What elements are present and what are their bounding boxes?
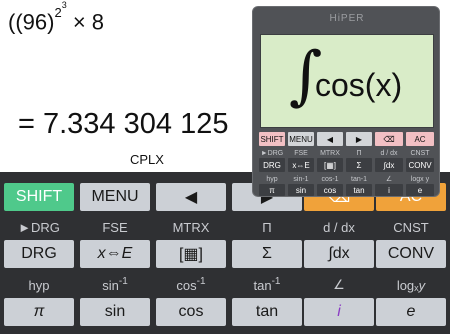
- mini-label-angle: ∠: [385, 176, 393, 183]
- mini-integral-button: ∫dx: [375, 158, 403, 172]
- mini-sin-button: sin: [288, 184, 314, 196]
- cursor-left-button[interactable]: ◀: [156, 183, 226, 211]
- expression-display: ((96)23 × 8: [8, 0, 105, 35]
- mini-label-cnst: CNST: [410, 149, 430, 157]
- result-display: = 7.334 304 125: [18, 108, 229, 140]
- matrix-button[interactable]: [▦]: [156, 240, 226, 268]
- shift-label-mtrx: MTRX: [172, 219, 210, 235]
- shift-label-angle: ∠: [333, 277, 345, 292]
- mini-right-button: ▶: [346, 132, 372, 146]
- imaginary-i-button[interactable]: i: [304, 298, 374, 326]
- shift-label-derivative: d / dx: [323, 219, 355, 235]
- e-button[interactable]: e: [376, 298, 446, 326]
- mini-label-product: Π: [356, 149, 362, 157]
- calculator-app: ((96)23 × 8 = 7.334 304 125 CPLX SHIFT M…: [0, 0, 450, 334]
- mini-label-acos: cos-1: [321, 175, 339, 183]
- mode-indicator: CPLX: [130, 152, 164, 167]
- shift-label-atan: tan -1: [253, 275, 281, 293]
- cos-button[interactable]: cos: [156, 298, 226, 326]
- mini-ac-button: AC: [406, 132, 434, 146]
- mini-shift-button: SHIFT: [259, 132, 285, 146]
- shift-label-drg: ►DRG: [18, 219, 60, 235]
- tan-button[interactable]: tan: [232, 298, 302, 326]
- mini-label-log: logx y: [410, 175, 430, 183]
- mini-label-derivative: d / dx: [380, 149, 398, 157]
- shift-label-hyp: hyp: [28, 277, 50, 293]
- shift-label-cnst: CNST: [393, 219, 429, 235]
- x-exchange-e-button[interactable]: x⇔E: [80, 240, 150, 268]
- mini-conv-button: CONV: [406, 158, 434, 172]
- sum-button[interactable]: Σ: [232, 240, 302, 268]
- shift-label-fse: FSE: [102, 219, 128, 235]
- shift-label-product: Π: [262, 219, 272, 235]
- mini-label-drg: ►DRG: [260, 149, 284, 157]
- shift-label-log-base: log x y: [396, 277, 426, 294]
- mini-tan-button: tan: [346, 184, 372, 196]
- mini-cos-button: cos: [317, 184, 343, 196]
- mini-label-fse: FSE: [294, 149, 308, 157]
- app-title: HiPER: [329, 13, 365, 24]
- mini-left-button: ◀: [317, 132, 343, 146]
- shift-label-acos: cos -1: [176, 275, 206, 293]
- preview-expression: cos(x): [315, 67, 403, 103]
- sin-button[interactable]: sin: [80, 298, 150, 326]
- mini-delete-button: ⌫: [375, 132, 403, 146]
- conv-button[interactable]: CONV: [376, 240, 446, 268]
- mini-xe-button: x⇔E: [288, 158, 314, 172]
- mini-e-button: e: [406, 184, 434, 196]
- mini-drg-button: DRG: [259, 158, 285, 172]
- pi-button[interactable]: π: [4, 298, 74, 326]
- mini-i-button: i: [375, 184, 403, 196]
- mini-label-atan: tan-1: [351, 175, 367, 183]
- mini-label-mtrx: MTRX: [320, 149, 340, 157]
- preview-screen: ∫ cos(x): [260, 34, 434, 128]
- mini-pi-button: π: [259, 184, 285, 196]
- app-preview-card: HiPER ∫ cos(x) SHIFT MENU ◀ ▶ ⌫ AC ►DRG …: [252, 6, 440, 197]
- mini-sum-button: Σ: [346, 158, 372, 172]
- shift-button[interactable]: SHIFT: [4, 183, 74, 211]
- menu-button[interactable]: MENU: [80, 183, 150, 211]
- mini-label-asin: sin-1: [293, 175, 309, 183]
- mini-menu-button: MENU: [288, 132, 314, 146]
- shift-label-asin: sin -1: [102, 275, 128, 293]
- mini-label-hyp: hyp: [266, 175, 278, 183]
- drg-button[interactable]: DRG: [4, 240, 74, 268]
- mini-matrix-button: [▦]: [317, 158, 343, 172]
- integral-button[interactable]: ∫dx: [304, 240, 374, 268]
